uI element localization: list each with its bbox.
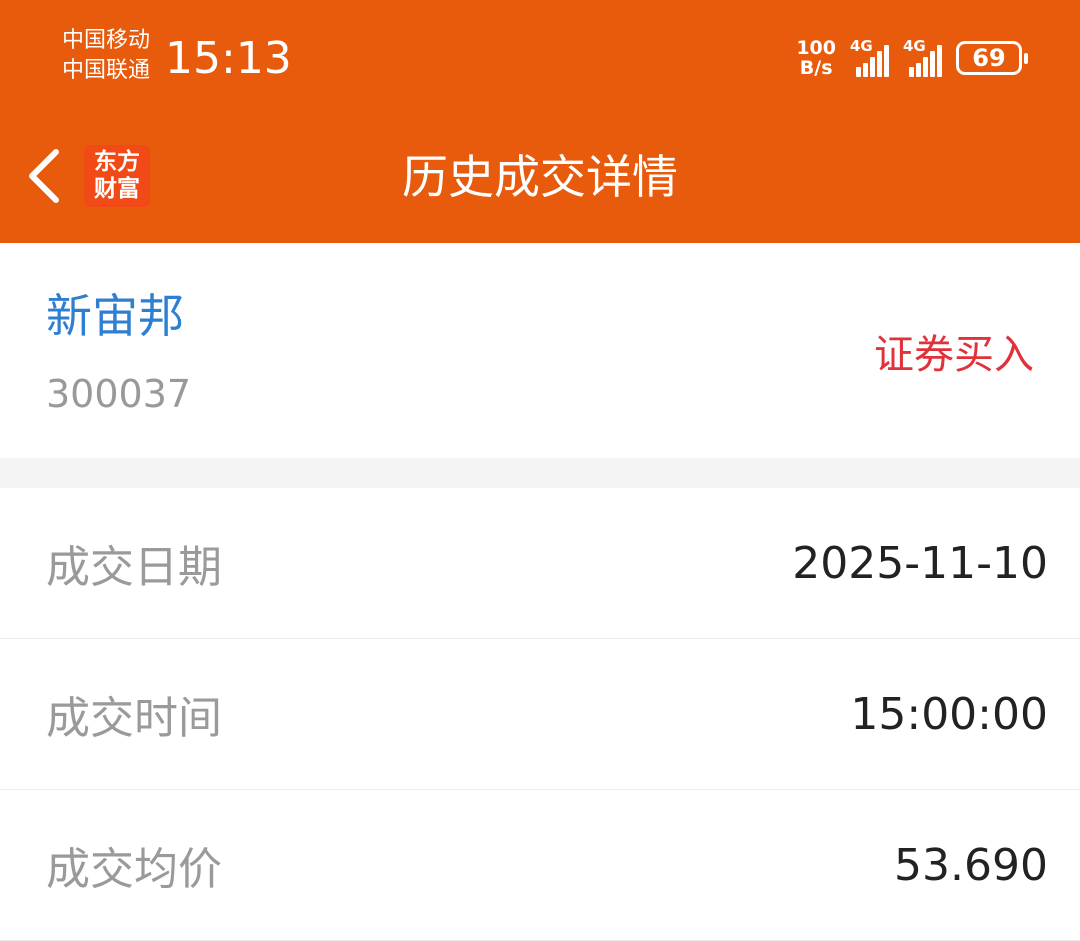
detail-value: 53.690 xyxy=(894,839,1048,891)
carrier-info: 中国移动 中国联通 xyxy=(62,26,150,86)
page-title: 历史成交详情 xyxy=(402,150,678,204)
signal-2-label: 4G xyxy=(903,37,926,55)
battery-level: 69 xyxy=(972,44,1006,72)
signal-bar xyxy=(870,57,875,77)
section-divider xyxy=(0,458,1080,488)
trade-details-list: 成交日期 2025-11-10 成交时间 15:00:00 成交均价 53.69… xyxy=(0,488,1080,941)
app-header: 中国移动 中国联通 15:13 100 B/s 4G 4G 69 东方 财富 历… xyxy=(0,0,1080,243)
signal-bar xyxy=(863,63,868,77)
detail-row-date: 成交日期 2025-11-10 xyxy=(0,488,1080,639)
stock-code: 300037 xyxy=(46,372,192,416)
status-indicators: 100 B/s 4G 4G 69 xyxy=(796,36,1028,80)
detail-label: 成交日期 xyxy=(46,542,222,593)
signal-bar xyxy=(909,67,914,77)
net-speed-unit: B/s xyxy=(799,57,833,79)
detail-value: 2025-11-10 xyxy=(792,537,1048,589)
detail-row-time: 成交时间 15:00:00 xyxy=(0,639,1080,790)
status-time: 15:13 xyxy=(165,33,292,84)
detail-label: 成交均价 xyxy=(46,844,222,895)
stock-name[interactable]: 新宙邦 xyxy=(46,283,184,349)
stock-summary: 新宙邦 300037 证券买入 xyxy=(0,243,1080,458)
signal-1-icon: 4G xyxy=(850,37,889,77)
detail-row-avg-price: 成交均价 53.690 xyxy=(0,790,1080,941)
net-speed-value: 100 xyxy=(796,37,836,59)
net-speed: 100 B/s xyxy=(796,38,836,78)
carrier-1: 中国移动 xyxy=(62,28,151,53)
detail-value: 15:00:00 xyxy=(850,688,1048,740)
signal-bar xyxy=(937,45,942,77)
signal-bar xyxy=(856,67,861,77)
signal-2-icon: 4G xyxy=(903,37,942,77)
signal-bar xyxy=(930,51,935,77)
detail-label: 成交时间 xyxy=(46,693,222,744)
signal-bar xyxy=(923,57,928,77)
signal-bar xyxy=(877,51,882,77)
signal-1-label: 4G xyxy=(850,37,873,55)
trade-type-label: 证券买入 xyxy=(874,332,1034,378)
battery-icon: 69 xyxy=(956,41,1028,75)
carrier-2: 中国联通 xyxy=(62,58,151,83)
signal-bar xyxy=(884,45,889,77)
signal-bar xyxy=(916,63,921,77)
